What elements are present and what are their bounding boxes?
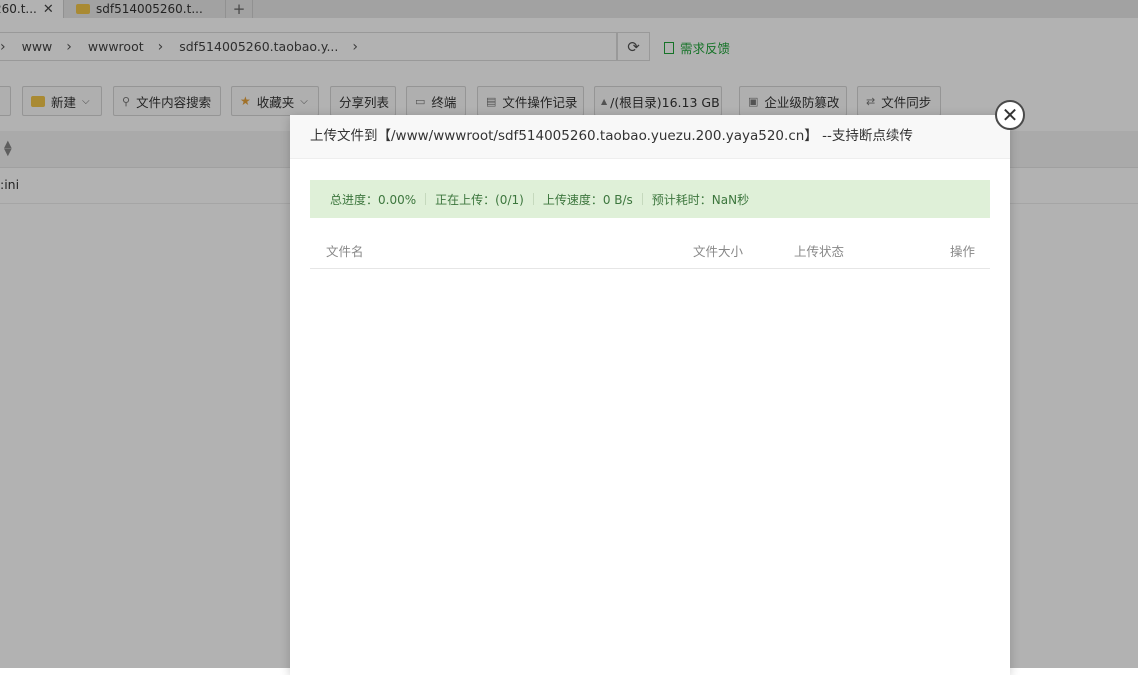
column-upload-status: 上传状态: [794, 244, 845, 259]
divider: [425, 193, 427, 205]
column-action: 操作: [950, 244, 976, 259]
upload-dialog: 上传文件到【/www/wwwroot/sdf514005260.taobao.y…: [290, 115, 1010, 675]
divider: [641, 193, 643, 205]
total-progress: 总进度：0.00%: [330, 192, 417, 207]
column-file-name: 文件名: [326, 244, 364, 259]
estimated-time: 预计耗时：NaN秒: [651, 192, 750, 207]
divider: [532, 193, 534, 205]
upload-table-header: 文件名 文件大小 上传状态 操作: [310, 230, 990, 269]
close-dialog-button[interactable]: ✕: [995, 100, 1025, 130]
upload-status-bar: 总进度：0.00% 正在上传：(0/1) 上传速度：0 B/s 预计耗时：NaN…: [310, 180, 990, 218]
uploading-count: 正在上传：(0/1): [435, 192, 524, 207]
upload-speed: 上传速度：0 B/s: [542, 192, 633, 207]
dialog-title: 上传文件到【/www/wwwroot/sdf514005260.taobao.y…: [290, 115, 1010, 159]
close-icon: ✕: [1001, 103, 1019, 127]
column-file-size: 文件大小: [693, 244, 744, 259]
